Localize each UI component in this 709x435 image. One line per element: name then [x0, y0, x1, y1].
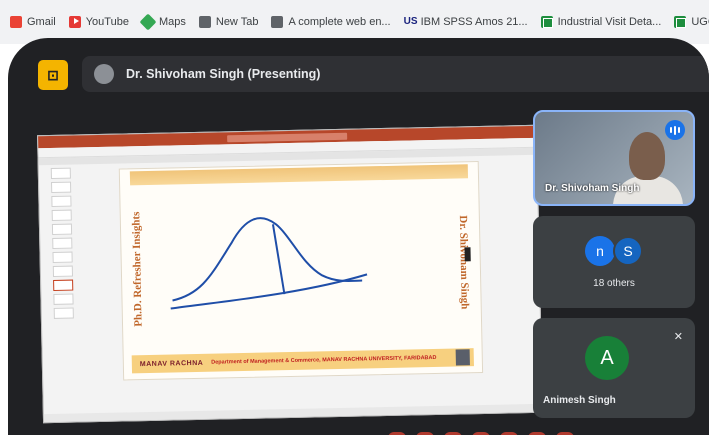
participant-tile-animesh[interactable]: ✕ A Animesh Singh: [533, 318, 695, 418]
current-slide: Ph.D. Refresher Insights Dr. Shivoham Si…: [118, 161, 484, 381]
slide-thumbnail: [50, 167, 71, 179]
slide-thumbnail: [52, 251, 73, 263]
ppt-thumbnail-pane: [43, 167, 76, 409]
meet-window: ⊡ Dr. Shivoham Singh (Presenting) Ph.D. …: [8, 38, 709, 435]
globe-icon: [271, 16, 284, 28]
bookmark-gmail[interactable]: Gmail: [10, 16, 56, 28]
slide-thumbnail: [53, 293, 74, 305]
presenter-photo: [455, 349, 470, 366]
bookmark-maps[interactable]: Maps: [139, 13, 186, 31]
ppt-search-box: [227, 132, 348, 142]
presenting-title: Dr. Shivoham Singh (Presenting): [126, 67, 321, 81]
sheets-icon: [540, 16, 553, 28]
bookmark-label: IBM SPSS Amos 21...: [420, 16, 528, 28]
slide-right-text: Dr. Shivoham Singh: [456, 215, 471, 310]
slide-thumbnail: [51, 181, 72, 193]
bookmark-label: A complete web en...: [288, 16, 391, 28]
slide-thumbnail: [52, 237, 73, 249]
bookmark-spss[interactable]: US IBM SPSS Amos 21...: [404, 16, 528, 28]
bookmark-label: UGC virtual: [691, 16, 709, 28]
slide-thumbnail: [51, 209, 72, 221]
presenter-name: Dr. Shivoham Singh: [545, 183, 640, 194]
presenting-bar: Dr. Shivoham Singh (Presenting): [82, 56, 709, 92]
slide-footer: MANAV RACHNA Department of Management & …: [131, 348, 474, 374]
manav-rachna-logo: MANAV RACHNA: [139, 359, 204, 368]
us-icon: US: [403, 16, 418, 27]
slide-handle-right: [464, 247, 471, 262]
participant-avatar-n: n: [585, 236, 615, 266]
others-count-label: 18 others: [593, 278, 635, 289]
gmail-icon: [10, 16, 22, 28]
bookmark-label: YouTube: [85, 16, 129, 28]
participant-avatar-s: S: [613, 236, 643, 266]
hand-drawn-bell-curve: [170, 217, 368, 310]
bookmark-label: Maps: [158, 16, 186, 28]
shared-screen: Ph.D. Refresher Insights Dr. Shivoham Si…: [37, 124, 543, 424]
presenter-avatar: [94, 64, 114, 84]
bookmark-industrial-visit[interactable]: Industrial Visit Deta...: [540, 16, 662, 28]
bookmark-web-en[interactable]: A complete web en...: [271, 16, 391, 28]
others-tile[interactable]: n S 18 others: [533, 216, 695, 308]
slide-thumbnail: [52, 265, 74, 277]
meet-logo-icon[interactable]: ⊡: [38, 60, 68, 90]
slide-header-band: [129, 164, 469, 186]
maps-icon: [139, 13, 157, 31]
presenter-tile[interactable]: Dr. Shivoham Singh: [533, 110, 695, 206]
globe-icon: [198, 16, 211, 28]
ppt-status-bar: [43, 403, 542, 423]
slide-right-banner: Dr. Shivoham Singh: [452, 192, 475, 332]
slide-thumbnail: [51, 195, 72, 207]
bookmark-label: New Tab: [215, 16, 259, 28]
slide-thumbnail: [51, 223, 73, 235]
mic-off-icon: ✕: [673, 331, 683, 343]
bookmark-new-tab[interactable]: New Tab: [198, 16, 259, 28]
slide-left-banner: Ph.D. Refresher Insights: [126, 199, 149, 339]
youtube-icon: [68, 16, 81, 28]
slide-footer-text: Department of Management & Commerce, MAN…: [211, 354, 437, 366]
slide-thumbnail-selected: [53, 279, 74, 291]
participant-name: Animesh Singh: [543, 395, 616, 406]
bookmark-label: Industrial Visit Deta...: [557, 16, 662, 28]
sheets-icon: [674, 16, 687, 28]
bookmark-label: Gmail: [27, 16, 56, 28]
speaking-indicator-icon: [665, 120, 685, 140]
slide-left-text: Ph.D. Refresher Insights: [130, 211, 146, 327]
bookmark-youtube[interactable]: YouTube: [68, 16, 129, 28]
presenter-face: [629, 132, 665, 180]
participant-avatar: A: [585, 336, 629, 380]
slide-thumbnail: [53, 307, 74, 319]
bookmark-ugc[interactable]: UGC virtual: [674, 16, 709, 28]
